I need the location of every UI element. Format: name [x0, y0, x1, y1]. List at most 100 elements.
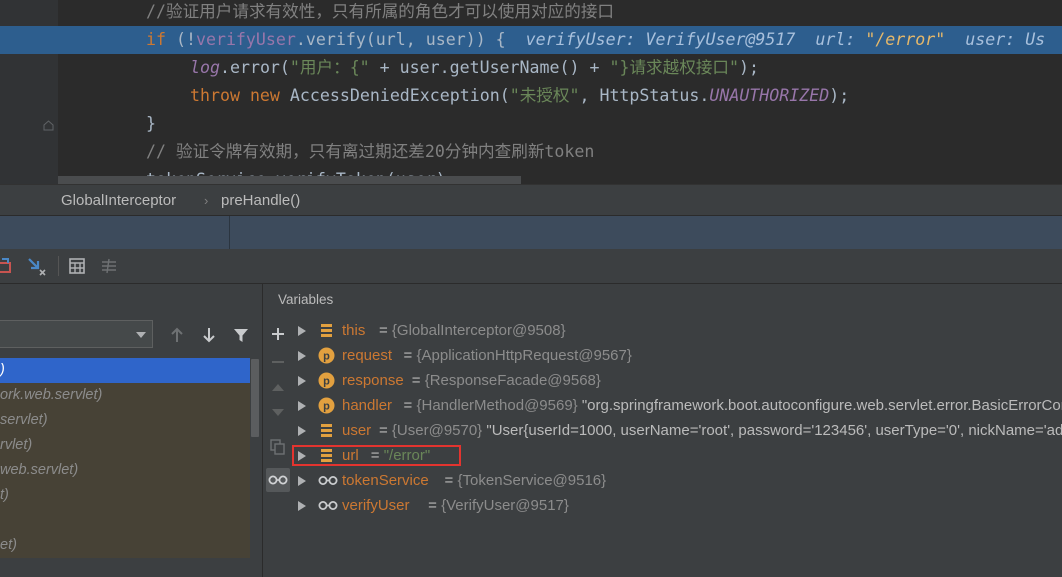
variable-string-value: "User{userId=1000, userName='root', pass… [482, 422, 1062, 439]
code-token: // 验证令牌有效期，只有离过期还差20分钟内查刷新token [146, 142, 595, 161]
drop-frame-icon[interactable] [0, 255, 16, 277]
variable-reference: {GlobalInterceptor@9508} [391, 322, 566, 339]
variable-row-this[interactable]: this = {GlobalInterceptor@9508} [295, 318, 1062, 343]
arrow-down-icon[interactable] [198, 324, 220, 346]
variable-value: = {HandlerMethod@9569} "org.springframew… [399, 393, 1062, 418]
frame-item[interactable]: web.servlet) [0, 458, 250, 483]
glasses-icon[interactable] [266, 468, 290, 492]
watch-icon [318, 472, 338, 489]
code-line[interactable]: log.error("用户：{" + user.getUserName() + … [0, 54, 1062, 82]
breadcrumb: GlobalInterceptor › preHandle() [0, 184, 1062, 216]
svg-text:p: p [323, 401, 330, 413]
code-line[interactable]: } [0, 110, 1062, 138]
equals-sign: = [407, 372, 425, 389]
variable-row-verifyuser[interactable]: verifyUser = {VerifyUser@9517} [295, 493, 1062, 518]
scrollbar-thumb[interactable] [251, 359, 259, 437]
editor-horizontal-scrollbar[interactable] [58, 176, 521, 184]
force-step-into-icon[interactable] [25, 255, 47, 277]
code-token: ); [829, 86, 850, 105]
frame-item[interactable]: t) [0, 483, 250, 508]
field-icon [318, 322, 335, 339]
code-line-text: log.error("用户：{" + user.getUserName() + … [190, 54, 759, 82]
code-line-text: // 验证令牌有效期，只有离过期还差20分钟内查刷新token [146, 138, 594, 166]
variable-row-request[interactable]: p request = {ApplicationHttpRequest@9567} [295, 343, 1062, 368]
expand-triangle-icon[interactable] [298, 426, 306, 436]
toolbar-separator [58, 256, 59, 276]
code-token: "/error" [865, 30, 946, 49]
frame-item[interactable]: servlet) [0, 408, 250, 433]
copy-icon[interactable] [266, 435, 290, 459]
variable-reference: {User@9570} [391, 422, 483, 439]
code-token: //验证用户请求有效性，只有所属的角色才可以使用对应的接口 [146, 2, 615, 21]
variable-name: verifyUser [342, 497, 410, 514]
equals-sign: = [399, 397, 417, 414]
parameter-icon: p [318, 347, 335, 364]
frame-list-scrollbar[interactable] [250, 357, 260, 577]
equals-sign: = [424, 497, 442, 514]
svg-text:p: p [323, 351, 330, 363]
expand-triangle-icon[interactable] [298, 326, 306, 336]
expand-triangle-icon[interactable] [298, 376, 306, 386]
frame-item[interactable]: rvlet) [0, 433, 250, 458]
variables-side-toolbar [263, 320, 293, 577]
code-token: log [190, 58, 220, 77]
code-token: .error( [219, 58, 290, 77]
variable-name: request [342, 347, 393, 364]
code-line-text: throw new AccessDeniedException("未授权", H… [190, 82, 849, 110]
parameter-icon: p [318, 397, 335, 414]
variable-reference: {TokenService@9516} [457, 472, 607, 489]
code-token: ); [739, 58, 759, 77]
breadcrumb-method[interactable]: preHandle() [221, 185, 300, 216]
equals-sign: = [374, 422, 392, 439]
expand-triangle-icon[interactable] [298, 351, 306, 361]
code-line[interactable]: //验证用户请求有效性，只有所属的角色才可以使用对应的接口 [0, 0, 1062, 26]
variable-string-value: "org.springframework.boot.autoconfigure.… [581, 397, 1062, 414]
move-watch-up-icon[interactable] [266, 375, 290, 399]
code-editor[interactable]: //验证用户请求有效性，只有所属的角色才可以使用对应的接口 if (!verify… [0, 0, 1062, 184]
variable-row-user[interactable]: user = {User@9570} "User{userId=1000, us… [295, 418, 1062, 443]
frame-list[interactable]: ) ork.web.servlet) servlet) rvlet) web.servl… [0, 357, 250, 577]
variable-value: = {VerifyUser@9517} [424, 493, 569, 518]
code-line-text: //验证用户请求有效性，只有所属的角色才可以使用对应的接口 [146, 0, 614, 26]
field-icon [318, 422, 335, 439]
variables-panel: Variables this = {GlobalInterceptor@9508… [263, 284, 1062, 577]
trace-stream-icon[interactable] [98, 255, 120, 277]
arrow-up-icon[interactable] [166, 324, 188, 346]
variable-row-response[interactable]: p response = {ResponseFacade@9568} [295, 368, 1062, 393]
frame-item[interactable]: et) [0, 533, 250, 558]
svg-text:p: p [323, 376, 330, 388]
code-token: if [146, 30, 166, 49]
code-token: + user.getUserName() + [369, 58, 610, 77]
frame-item-selected[interactable]: ) [0, 358, 250, 383]
breadcrumb-class[interactable]: GlobalInterceptor [61, 185, 176, 216]
add-watch-icon[interactable] [266, 322, 290, 346]
variables-title: Variables [278, 292, 334, 307]
expand-triangle-icon[interactable] [298, 401, 306, 411]
thread-selector[interactable] [0, 320, 153, 348]
filter-icon[interactable] [230, 324, 252, 346]
variable-value: = {TokenService@9516} [440, 468, 607, 493]
frame-item[interactable]: ork.web.servlet) [0, 383, 250, 408]
chevron-down-icon [136, 332, 146, 338]
code-token: (! [165, 30, 196, 49]
variable-name: response [342, 372, 404, 389]
expand-triangle-icon[interactable] [298, 476, 306, 486]
move-watch-down-icon[interactable] [266, 401, 290, 425]
variable-row-handler[interactable]: p handler = {HandlerMethod@9569} "org.spr… [295, 393, 1062, 418]
code-line-text: } [146, 110, 156, 138]
expand-triangle-icon[interactable] [298, 501, 306, 511]
code-token: } [146, 114, 156, 133]
code-line[interactable]: throw new AccessDeniedException("未授权", H… [0, 82, 1062, 110]
code-token: UNAUTHORIZED [709, 86, 830, 105]
code-token: "未授权" [509, 86, 580, 105]
variable-row-tokenservice[interactable]: tokenService = {TokenService@9516} [295, 468, 1062, 493]
frames-panel: ) ork.web.servlet) servlet) rvlet) web.servl… [0, 284, 263, 577]
equals-sign: = [374, 322, 392, 339]
variable-reference: {HandlerMethod@9569} [416, 397, 578, 414]
code-line[interactable]: // 验证令牌有效期，只有离过期还差20分钟内查刷新token [0, 138, 1062, 166]
current-execution-line[interactable]: if (!verifyUser.verify(url, user)) { ver… [0, 26, 1062, 54]
remove-watch-icon[interactable] [266, 350, 290, 374]
frame-item[interactable] [0, 508, 250, 533]
variable-value: = {User@9570} "User{userId=1000, userNam… [375, 418, 1062, 443]
evaluate-expression-icon[interactable] [66, 255, 88, 277]
